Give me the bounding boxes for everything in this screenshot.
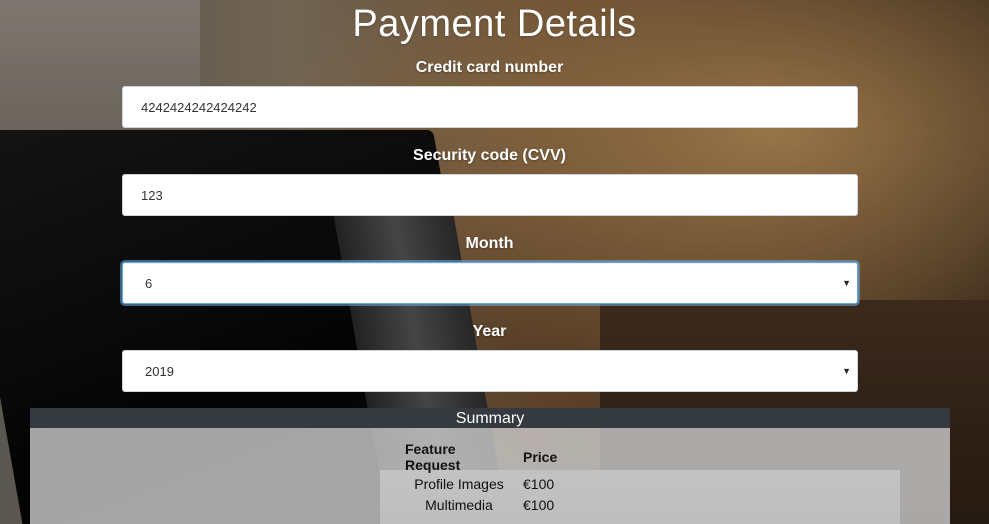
price-cell: €100 [523,496,555,513]
year-value: 2019 [145,363,174,379]
page-title: Payment Details [352,3,637,45]
table-row: Multimedia €100 [400,494,562,515]
year-label: Year [472,323,507,340]
cvv-input[interactable]: 123 [122,174,858,216]
month-select[interactable]: 6 ▼ [122,262,858,304]
feature-cell: Profile Images [414,475,504,492]
card-number-input[interactable]: 4242424242424242 [122,86,858,128]
month-value: 6 [145,275,153,291]
feature-cell: Multimedia [425,496,493,513]
cvv-label: Security code (CVV) [413,147,566,164]
feature-column-header: Feature Request [405,441,461,473]
cvv-value: 123 [141,187,163,203]
price-column-header: Price [523,449,558,465]
caret-down-icon: ▼ [842,278,851,288]
price-cell: €100 [523,475,555,492]
summary-header: Summary [30,408,950,428]
summary-table: Feature Request Price Profile Images €10… [400,441,562,515]
payment-form: Payment Details Credit card number 42424… [0,0,989,524]
card-number-value: 4242424242424242 [141,99,257,115]
month-label: Month [465,235,514,252]
caret-down-icon: ▼ [842,366,851,376]
year-select[interactable]: 2019 ▼ [122,350,858,392]
table-row: Profile Images €100 [400,473,562,494]
card-number-label: Credit card number [415,59,564,76]
